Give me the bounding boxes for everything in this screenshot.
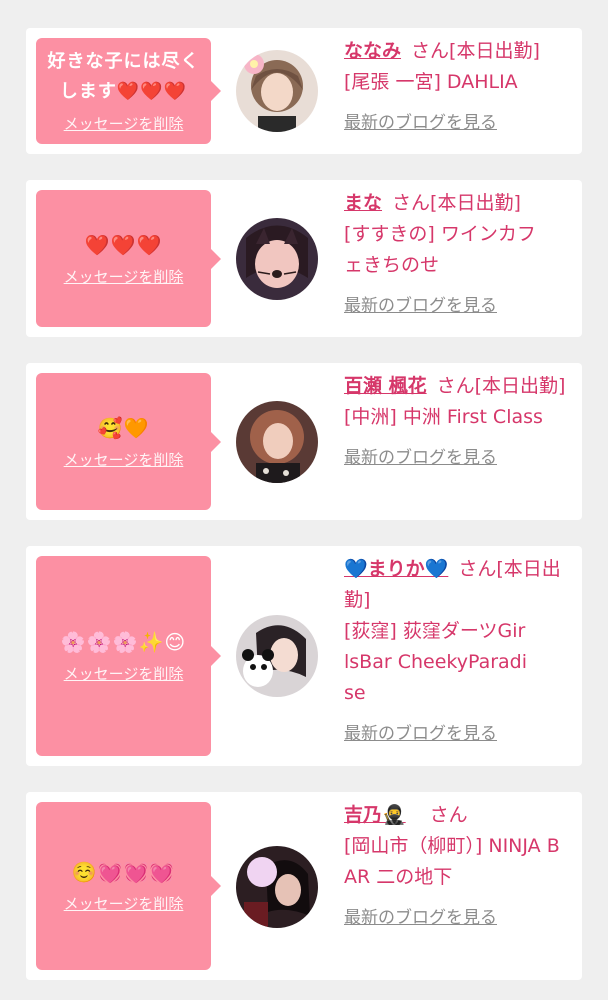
view-blog-link[interactable]: 最新のブログを見る xyxy=(344,719,497,750)
view-blog-link[interactable]: 最新のブログを見る xyxy=(344,443,497,474)
profile-heading: 百瀬 楓花 さん[本日出勤] xyxy=(344,371,572,402)
shop-location: [尾張 一宮] DAHLIA xyxy=(344,71,518,93)
profile-name-link[interactable]: まな xyxy=(344,192,382,214)
message-list: 好きな子には尽くします❤️❤️❤️ メッセージを削除 ななみ さん[本日出勤] [… xyxy=(0,0,608,1000)
honorific: さん xyxy=(436,375,475,397)
message-bubble: ❤️❤️❤️ メッセージを削除 xyxy=(36,190,221,327)
avatar[interactable] xyxy=(236,401,318,483)
profile-name-link[interactable]: 吉乃🥷 xyxy=(344,804,406,826)
delete-message-link[interactable]: メッセージを削除 xyxy=(64,266,184,288)
honorific: さん xyxy=(392,192,431,214)
message-bubble: 🥰🧡 メッセージを削除 xyxy=(36,373,221,510)
honorific: さん xyxy=(429,804,468,826)
shop-location: [荻窪] 荻窪ダーツGirlsBar CheekyParadise xyxy=(344,620,528,704)
status-text: [本日出勤] xyxy=(449,40,540,62)
profile-heading: 吉乃🥷 さん xyxy=(344,800,572,831)
profile-info: 百瀬 楓花 さん[本日出勤] [中洲] 中洲 First Class 最新のブログ… xyxy=(344,371,572,474)
message-card: 🥰🧡 メッセージを削除 百瀬 楓花 さん[本日出勤] [中洲] 中洲 First … xyxy=(26,363,582,520)
message-text: 好きな子には尽くします❤️❤️❤️ xyxy=(47,51,200,102)
profile-info: 吉乃🥷 さん [岡山市（柳町）] NINJA BAR 二の地下 最新のブログを見る xyxy=(344,800,572,934)
status-text: [本日出勤] xyxy=(474,375,566,397)
shop-location: [岡山市（柳町）] NINJA BAR 二の地下 xyxy=(344,835,560,888)
view-blog-link[interactable]: 最新のブログを見る xyxy=(344,108,497,139)
avatar[interactable] xyxy=(236,615,318,697)
shop-location: [中洲] 中洲 First Class xyxy=(344,406,543,428)
message-bubble: 🌸🌸🌸✨😊 メッセージを削除 xyxy=(36,556,221,756)
message-card: ❤️❤️❤️ メッセージを削除 まな さん[本日出勤] [すすきの] ワインカフェ… xyxy=(26,180,582,337)
avatar[interactable] xyxy=(236,846,318,928)
message-card: 🌸🌸🌸✨😊 メッセージを削除 💙まりか💙 さん[本日出勤] [荻窪] 荻窪ダーツG… xyxy=(26,546,582,766)
message-text: 🥰🧡 xyxy=(97,415,150,440)
message-card: 好きな子には尽くします❤️❤️❤️ メッセージを削除 ななみ さん[本日出勤] [… xyxy=(26,28,582,154)
profile-heading: 💙まりか💙 さん[本日出勤] xyxy=(344,554,572,616)
message-bubble: ☺️💓💓💓 メッセージを削除 xyxy=(36,802,221,970)
avatar[interactable] xyxy=(236,218,318,300)
delete-message-link[interactable]: メッセージを削除 xyxy=(64,449,184,471)
delete-message-link[interactable]: メッセージを削除 xyxy=(64,663,184,685)
message-text: ❤️❤️❤️ xyxy=(84,232,163,257)
profile-name-link[interactable]: ななみ xyxy=(344,40,401,62)
avatar[interactable] xyxy=(236,50,318,132)
profile-heading: ななみ さん[本日出勤] xyxy=(344,36,572,67)
shop-location: [すすきの] ワインカフェきちのせ xyxy=(344,223,536,276)
view-blog-link[interactable]: 最新のブログを見る xyxy=(344,903,497,934)
profile-heading: まな さん[本日出勤] xyxy=(344,188,572,219)
honorific: さん xyxy=(458,558,497,580)
message-text: 🌸🌸🌸✨😊 xyxy=(60,630,187,654)
profile-info: 💙まりか💙 さん[本日出勤] [荻窪] 荻窪ダーツGirlsBar CheekyP… xyxy=(344,554,572,750)
message-bubble: 好きな子には尽くします❤️❤️❤️ メッセージを削除 xyxy=(36,38,221,144)
view-blog-link[interactable]: 最新のブログを見る xyxy=(344,291,497,322)
profile-info: ななみ さん[本日出勤] [尾張 一宮] DAHLIA 最新のブログを見る xyxy=(344,36,572,139)
profile-name-link[interactable]: 百瀬 楓花 xyxy=(344,375,427,397)
message-text: ☺️💓💓💓 xyxy=(71,860,176,884)
profile-name-link[interactable]: 💙まりか💙 xyxy=(344,558,448,580)
honorific: さん xyxy=(411,40,450,62)
profile-info: まな さん[本日出勤] [すすきの] ワインカフェきちのせ 最新のブログを見る xyxy=(344,188,572,322)
delete-message-link[interactable]: メッセージを削除 xyxy=(64,893,184,915)
message-card: ☺️💓💓💓 メッセージを削除 吉乃🥷 さん [岡山市（柳町）] NINJA BAR… xyxy=(26,792,582,980)
status-text: [本日出勤] xyxy=(430,192,521,214)
delete-message-link[interactable]: メッセージを削除 xyxy=(64,113,184,135)
